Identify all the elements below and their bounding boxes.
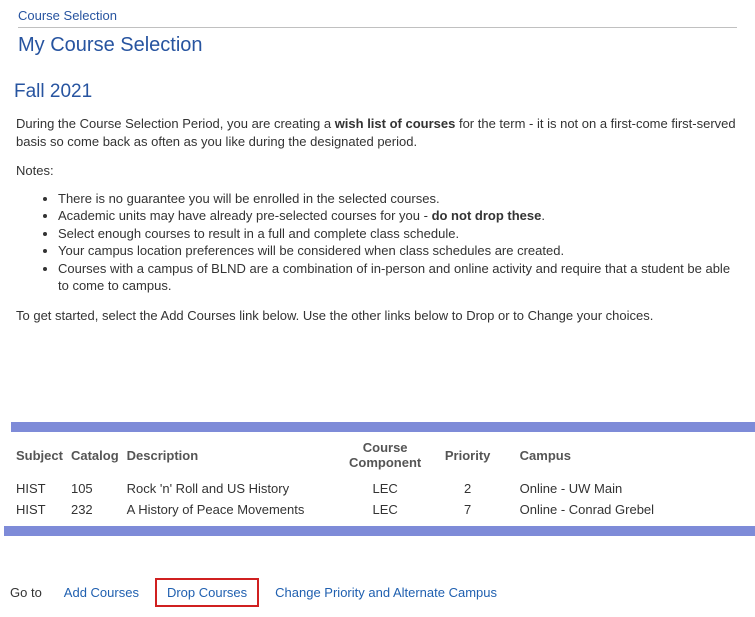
col-priority: Priority [432, 432, 512, 478]
cell-priority: 7 [432, 499, 512, 520]
col-campus: Campus [512, 432, 755, 478]
term-title: Fall 2021 [0, 75, 755, 115]
cell-component: LEC [347, 499, 432, 520]
cell-description: Rock 'n' Roll and US History [127, 478, 347, 499]
breadcrumb: Course Selection [18, 8, 737, 27]
intro-bold: wish list of courses [335, 116, 456, 131]
notes-label: Notes: [16, 162, 739, 190]
table-top-bar [11, 422, 755, 432]
get-started-text: To get started, select the Add Courses l… [16, 307, 739, 345]
cell-subject: HIST [0, 499, 71, 520]
cell-description: A History of Peace Movements [127, 499, 347, 520]
note-before: Academic units may have already pre-sele… [58, 208, 432, 223]
intro-before: During the Course Selection Period, you … [16, 116, 335, 131]
course-table: Subject Catalog Description Course Compo… [0, 432, 755, 520]
add-courses-link[interactable]: Add Courses [64, 585, 139, 600]
col-catalog: Catalog [71, 432, 127, 478]
cell-subject: HIST [0, 478, 71, 499]
goto-label: Go to [10, 585, 48, 600]
cell-priority: 2 [432, 478, 512, 499]
cell-component: LEC [347, 478, 432, 499]
change-priority-link[interactable]: Change Priority and Alternate Campus [275, 585, 497, 600]
col-description: Description [127, 432, 347, 478]
drop-courses-link[interactable]: Drop Courses [155, 578, 259, 607]
col-subject: Subject [0, 432, 71, 478]
list-item: Academic units may have already pre-sele… [58, 207, 739, 225]
table-header-row: Subject Catalog Description Course Compo… [0, 432, 755, 478]
notes-list: There is no guarantee you will be enroll… [16, 190, 739, 307]
list-item: There is no guarantee you will be enroll… [58, 190, 739, 208]
header-divider [18, 27, 737, 28]
note-after: . [541, 208, 545, 223]
table-row: HIST 232 A History of Peace Movements LE… [0, 499, 755, 520]
list-item: Courses with a campus of BLND are a comb… [58, 260, 739, 295]
cell-catalog: 105 [71, 478, 127, 499]
cell-catalog: 232 [71, 499, 127, 520]
cell-campus: Online - UW Main [512, 478, 755, 499]
list-item: Your campus location preferences will be… [58, 242, 739, 260]
col-component: Course Component [347, 432, 432, 478]
footer-nav: Go to Add Courses Drop Courses Change Pr… [0, 536, 755, 617]
intro-paragraph: During the Course Selection Period, you … [16, 115, 739, 162]
table-bottom-bar [4, 526, 755, 536]
table-row: HIST 105 Rock 'n' Roll and US History LE… [0, 478, 755, 499]
list-item: Select enough courses to result in a ful… [58, 225, 739, 243]
note-bold: do not drop these [432, 208, 542, 223]
cell-campus: Online - Conrad Grebel [512, 499, 755, 520]
page-title: My Course Selection [18, 34, 737, 71]
